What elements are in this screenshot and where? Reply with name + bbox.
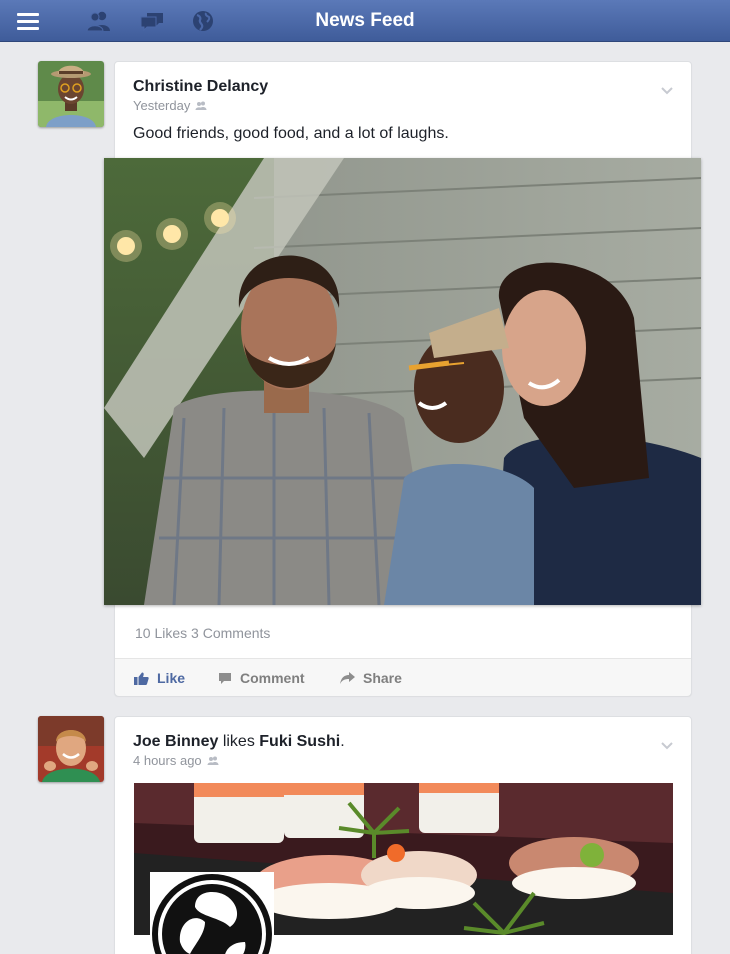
post-meta: Yesterday <box>133 98 207 113</box>
post-author[interactable]: Christine Delancy <box>133 78 268 96</box>
post-time[interactable]: 4 hours ago <box>133 753 202 768</box>
like-button[interactable]: Like <box>134 659 185 697</box>
share-label: Share <box>363 670 402 686</box>
comment-label: Comment <box>240 670 305 686</box>
post-text: Good friends, good food, and a lot of la… <box>133 125 449 142</box>
share-icon <box>340 672 355 684</box>
page-profile-picture[interactable] <box>150 872 274 954</box>
avatar[interactable] <box>38 716 104 782</box>
chevron-down-icon[interactable] <box>661 737 673 755</box>
post-stats: 10 Likes 3 Comments <box>135 625 270 641</box>
thumbs-up-icon <box>134 672 149 685</box>
post-headline: Joe Binney likes Fuki Sushi. <box>133 733 345 751</box>
comment-icon <box>219 672 231 684</box>
avatar[interactable] <box>38 61 104 127</box>
page-title: News Feed <box>315 10 415 31</box>
like-label: Like <box>157 670 186 686</box>
liked-page-link[interactable]: Fuki Sushi <box>259 733 340 750</box>
friends-icon <box>195 101 207 110</box>
post-card: Joe Binney likes Fuki Sushi. 4 hours ago <box>114 716 692 954</box>
post-author[interactable]: Joe Binney <box>133 733 218 750</box>
share-button[interactable]: Share <box>340 659 402 697</box>
comment-button[interactable]: Comment <box>218 659 305 697</box>
post-photo[interactable] <box>104 158 701 605</box>
chevron-down-icon[interactable] <box>661 82 673 100</box>
top-nav-bar: News Feed <box>0 0 730 42</box>
post-period: . <box>340 733 345 750</box>
post-verb: likes <box>222 733 255 750</box>
post-meta: 4 hours ago <box>133 753 219 768</box>
friends-icon <box>207 756 219 765</box>
comments-count[interactable]: 3 Comments <box>191 625 270 641</box>
post-time[interactable]: Yesterday <box>133 98 190 113</box>
likes-count[interactable]: 10 Likes <box>135 625 187 641</box>
action-bar: Like Comment Share <box>115 658 691 696</box>
